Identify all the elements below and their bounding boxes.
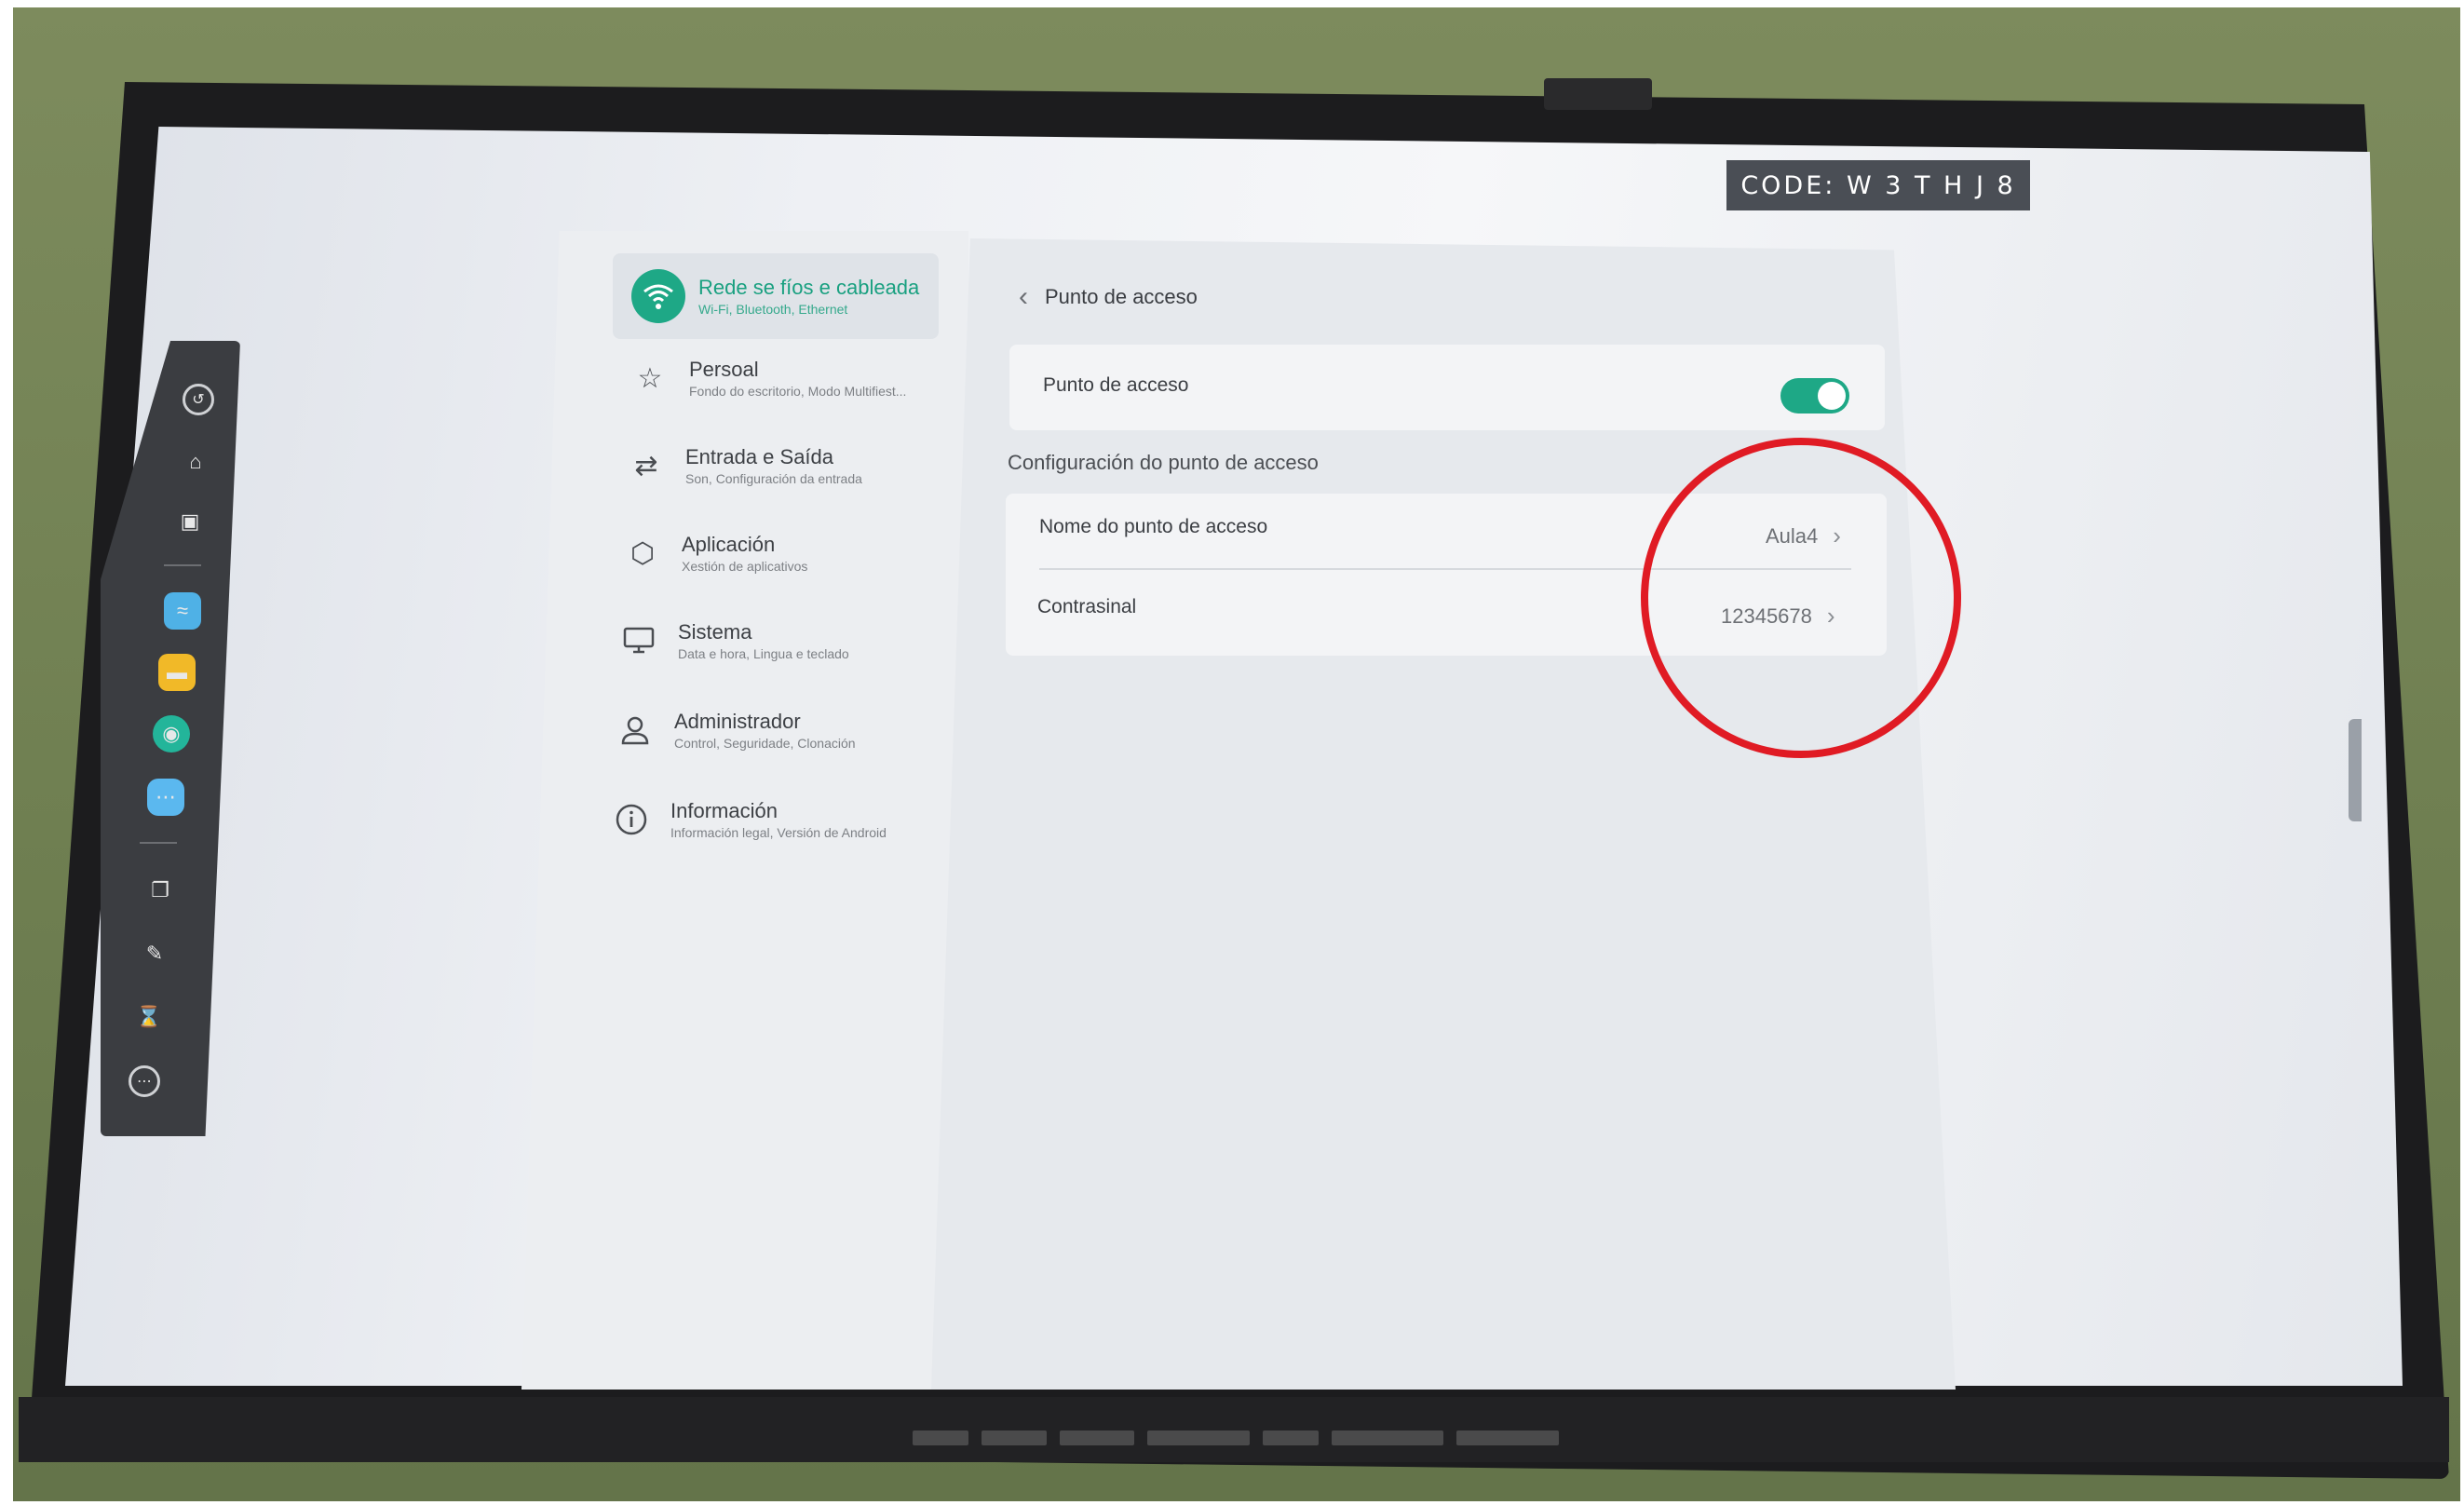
back-chevron-icon[interactable]: ‹ (1019, 281, 1028, 313)
sidebar-item-input-output[interactable]: ⇄ Entrada e Saída Son, Configuración da … (626, 428, 933, 503)
sidebar-item-subtitle: Fondo do escritorio, Modo Multifiest... (689, 384, 907, 399)
code-badge: CODE: W 3 T H J 8 (1726, 160, 2030, 210)
sidebar-item-label: Entrada e Saída (685, 445, 834, 468)
sidebar-item-personal[interactable]: ☆ Persoal Fondo do escritorio, Modo Mult… (630, 341, 937, 415)
sidebar-item-label: Administrador (674, 710, 801, 733)
window-icon[interactable]: ▣ (171, 503, 209, 540)
back-icon[interactable]: ↺ (183, 384, 214, 415)
red-annotation-circle (1641, 438, 1961, 758)
timer-icon[interactable]: ⌛ (130, 998, 168, 1036)
sponsor-logos (913, 1427, 1583, 1449)
sidebar-item-subtitle: Control, Seguridade, Clonación (674, 736, 856, 751)
toggle-knob (1818, 382, 1846, 410)
sidebar-item-label: Persoal (689, 358, 759, 381)
back-navigation[interactable]: ‹ Punto de acceso (1019, 281, 1198, 313)
password-label: Contrasinal (1037, 596, 1137, 617)
wifi-icon (631, 269, 685, 323)
apps-grid-icon[interactable]: ⋯ (147, 779, 184, 816)
section-title: Configuración do punto de acceso (1008, 451, 1319, 474)
sidebar-item-label: Aplicación (682, 533, 776, 556)
dock-divider (140, 842, 177, 844)
sidebar-item-subtitle: Información legal, Versión de Android (670, 825, 887, 840)
home-icon[interactable]: ⌂ (177, 443, 214, 481)
cube-icon: ⬡ (630, 537, 656, 569)
camera-app-icon[interactable]: ◉ (153, 715, 190, 752)
hotspot-name-label: Nome do punto de acceso (1039, 516, 1268, 537)
page-title: Punto de acceso (1045, 285, 1198, 308)
monitor-icon (618, 620, 659, 661)
sidebar-item-administrator[interactable]: Administrador Control, Seguridade, Clona… (615, 693, 922, 767)
code-text: CODE: W 3 T H J 8 (1740, 170, 2016, 200)
notes-app-icon[interactable]: ▬ (158, 654, 196, 691)
hotspot-toggle-label: Punto de acceso (1043, 374, 1189, 396)
sidebar-item-subtitle: Wi-Fi, Bluetooth, Ethernet (698, 302, 848, 317)
sidebar-item-label: Información (670, 799, 778, 822)
sidebar-item-application[interactable]: ⬡ Aplicación Xestión de aplicativos (622, 516, 929, 590)
star-icon: ☆ (637, 362, 663, 394)
dock-divider (164, 564, 201, 566)
webcam (1544, 78, 1652, 110)
swap-arrows-icon: ⇄ (634, 450, 658, 481)
user-icon (615, 710, 656, 751)
side-panel-handle[interactable] (2349, 719, 2362, 821)
sidebar-item-information[interactable]: Información Información legal, Versión d… (611, 782, 927, 857)
sidebar-item-subtitle: Xestión de aplicativos (682, 559, 808, 574)
sidebar-item-subtitle: Data e hora, Lingua e teclado (678, 646, 849, 661)
pen-icon[interactable]: ✎ (136, 935, 173, 972)
sidebar-item-system[interactable]: Sistema Data e hora, Lingua e teclado (618, 603, 926, 678)
whiteboard-app-icon[interactable]: ≈ (164, 592, 201, 630)
screens-icon[interactable]: ❐ (142, 872, 179, 909)
sidebar-item-label: Sistema (678, 620, 752, 644)
sidebar-item-label: Rede se fíos e cableada (698, 276, 920, 299)
info-icon (611, 799, 652, 840)
more-icon[interactable]: ⋯ (129, 1065, 160, 1097)
hotspot-toggle[interactable] (1780, 378, 1849, 414)
sidebar-item-network[interactable]: Rede se fíos e cableada Wi-Fi, Bluetooth… (613, 253, 939, 339)
sidebar-item-subtitle: Son, Configuración da entrada (685, 471, 862, 486)
